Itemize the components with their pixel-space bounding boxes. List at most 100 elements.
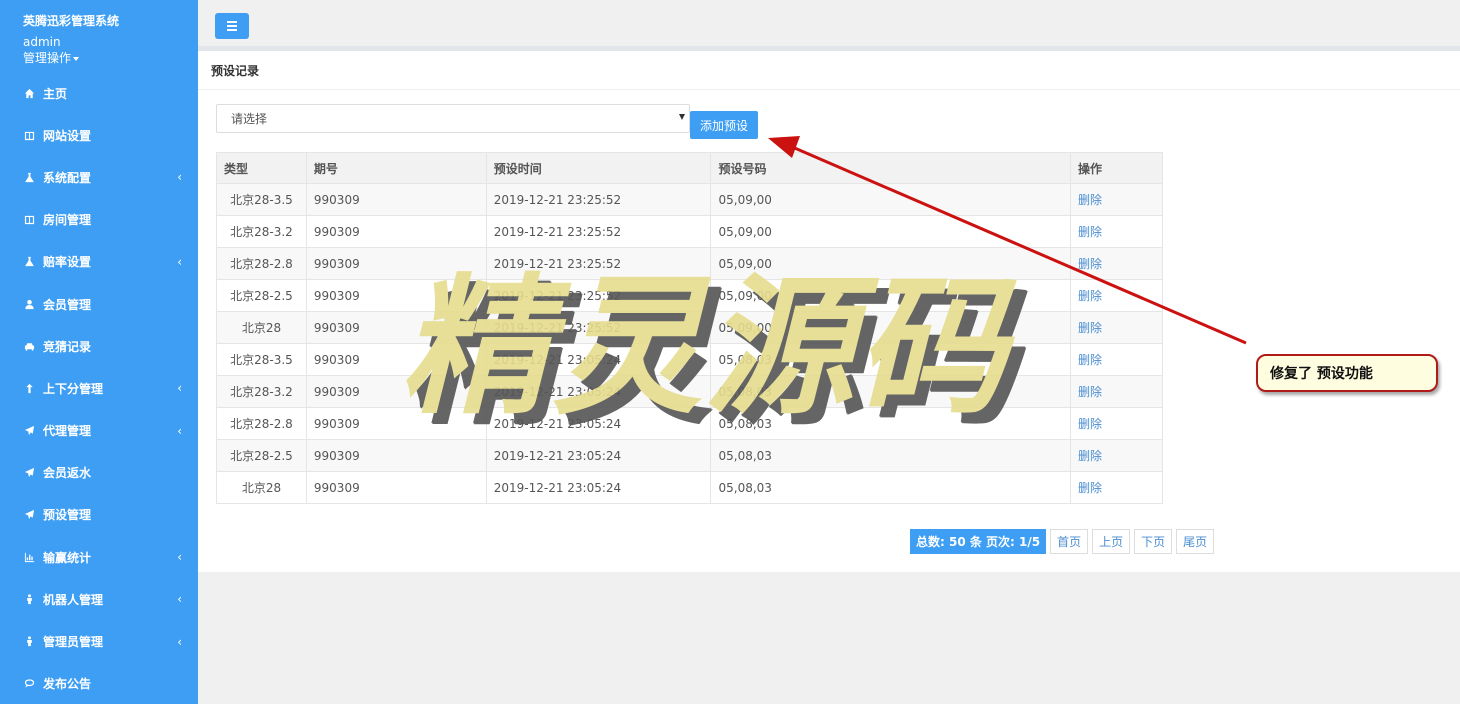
delete-link[interactable]: 删除	[1078, 417, 1102, 431]
delete-link[interactable]: 删除	[1078, 257, 1102, 271]
sidebar-item-5[interactable]: 会员管理	[0, 283, 198, 325]
cell-actions: 删除	[1070, 247, 1163, 280]
home-icon	[22, 87, 36, 99]
sidebar-item-6[interactable]: 竞猜记录	[0, 325, 198, 367]
page-next-button[interactable]: 下页	[1134, 529, 1173, 554]
cell-period: 990309	[305, 343, 487, 376]
admin-ops-dropdown[interactable]: 管理操作	[23, 50, 198, 66]
col-header-preset-number: 预设号码	[710, 152, 1072, 184]
sidebar-item-label: 竞猜记录	[43, 339, 92, 354]
sidebar-item-8[interactable]: 代理管理 ‹	[0, 410, 198, 452]
cell-type: 北京28-2.8	[216, 247, 307, 280]
cell-type: 北京28-2.5	[216, 439, 307, 472]
sidebar-item-label: 主页	[43, 86, 68, 101]
delete-link[interactable]: 删除	[1078, 321, 1102, 335]
sidebar-item-2[interactable]: 系统配置 ‹	[0, 156, 198, 198]
delete-link[interactable]: 删除	[1078, 449, 1102, 463]
cell-preset-time: 2019-12-21 23:05:24	[485, 407, 712, 440]
page-prev-button[interactable]: 上页	[1092, 529, 1131, 554]
table-row: 北京28-2.8 990309 2019-12-21 23:25:52 05,09,0…	[216, 247, 1163, 280]
cell-actions: 删除	[1070, 215, 1163, 248]
cell-preset-time: 2019-12-21 23:05:24	[485, 439, 712, 472]
cell-period: 990309	[305, 471, 487, 504]
hamburger-icon-bar	[227, 21, 237, 23]
cell-preset-time: 2019-12-21 23:05:24	[485, 471, 712, 504]
flask-icon	[22, 256, 36, 268]
cell-period: 990309	[305, 215, 487, 248]
table-row: 北京28-2.5 990309 2019-12-21 23:25:52 05,09,0…	[216, 279, 1163, 312]
cell-preset-number: 05,08,03	[710, 407, 1072, 440]
paper-plane-icon	[22, 467, 36, 479]
page-first-button[interactable]: 首页	[1050, 529, 1089, 554]
topbar	[198, 0, 1460, 46]
sidebar-item-12[interactable]: 机器人管理 ‹	[0, 578, 198, 620]
cell-actions: 删除	[1070, 343, 1163, 376]
comment-icon	[22, 678, 36, 690]
sidebar-item-7[interactable]: 上下分管理 ‹	[0, 367, 198, 409]
delete-link[interactable]: 删除	[1078, 353, 1102, 367]
sidebar-item-3[interactable]: 房间管理	[0, 199, 198, 241]
pagination-total: 总数: 50 条 页次: 1/5	[910, 529, 1047, 554]
chevron-left-icon: ‹	[177, 550, 182, 565]
user-icon	[22, 298, 36, 310]
sidebar-item-10[interactable]: 预设管理	[0, 494, 198, 536]
hamburger-icon-bar	[227, 25, 237, 27]
cell-preset-time: 2019-12-21 23:25:52	[485, 311, 712, 344]
dropdown-arrow-icon	[679, 114, 685, 120]
cell-preset-time: 2019-12-21 23:25:52	[485, 183, 712, 216]
cell-actions: 删除	[1070, 407, 1163, 440]
chevron-left-icon: ‹	[177, 634, 182, 649]
col-header-actions: 操作	[1070, 152, 1163, 184]
cell-preset-number: 05,08,03	[710, 375, 1072, 408]
page-last-button[interactable]: 尾页	[1176, 529, 1215, 554]
col-header-period: 期号	[305, 152, 487, 184]
preset-type-select[interactable]: 请选择	[216, 104, 690, 133]
columns-icon	[22, 129, 36, 141]
sidebar-item-label: 会员返水	[43, 466, 92, 481]
sidebar-item-11[interactable]: 输赢统计 ‹	[0, 536, 198, 578]
cell-type: 北京28-3.2	[216, 215, 307, 248]
caret-down-icon	[73, 56, 80, 61]
sidebar-item-9[interactable]: 会员返水	[0, 452, 198, 494]
table-row: 北京28-2.5 990309 2019-12-21 23:05:24 05,08,0…	[216, 439, 1163, 472]
delete-link[interactable]: 删除	[1078, 385, 1102, 399]
cell-type: 北京28-2.5	[216, 279, 307, 312]
chevron-left-icon: ‹	[177, 592, 182, 607]
cell-period: 990309	[305, 439, 487, 472]
cell-preset-number: 05,08,03	[710, 439, 1072, 472]
cell-preset-number: 05,09,00	[710, 311, 1072, 344]
cell-type: 北京28-3.2	[216, 375, 307, 408]
col-header-type: 类型	[216, 152, 307, 184]
cell-preset-number: 05,08,03	[710, 471, 1072, 504]
cell-preset-time: 2019-12-21 23:25:52	[485, 247, 712, 280]
delete-link[interactable]: 删除	[1078, 481, 1102, 495]
table-row: 北京28-3.5 990309 2019-12-21 23:25:52 05,09,0…	[216, 183, 1163, 216]
sidebar-item-label: 输赢统计	[43, 550, 92, 565]
paper-plane-icon	[22, 425, 36, 437]
sidebar-item-4[interactable]: 赔率设置 ‹	[0, 241, 198, 283]
table-row: 北京28-3.2 990309 2019-12-21 23:05:24 05,08,0…	[216, 375, 1163, 408]
add-preset-button[interactable]: 添加预设	[690, 111, 758, 139]
delete-link[interactable]: 删除	[1078, 193, 1102, 207]
sidebar-item-1[interactable]: 网站设置	[0, 114, 198, 156]
brand-title: 英腾迅彩管理系统	[23, 14, 120, 28]
cell-preset-number: 05,08,03	[710, 343, 1072, 376]
menu-toggle-button[interactable]	[215, 13, 249, 39]
admin-ops-label: 管理操作	[23, 51, 72, 65]
cell-actions: 删除	[1070, 311, 1163, 344]
delete-link[interactable]: 删除	[1078, 289, 1102, 303]
table-header-row: 类型 期号 预设时间 预设号码 操作	[216, 152, 1163, 184]
cell-type: 北京28-2.8	[216, 407, 307, 440]
cell-actions: 删除	[1070, 439, 1163, 472]
sidebar-item-13[interactable]: 管理员管理 ‹	[0, 620, 198, 662]
delete-link[interactable]: 删除	[1078, 225, 1102, 239]
table-row: 北京28 990309 2019-12-21 23:25:52 05,09,00 删除	[216, 311, 1163, 344]
sidebar-item-label: 预设管理	[43, 508, 92, 523]
sidebar-item-label: 赔率设置	[43, 255, 92, 270]
table-row: 北京28-3.5 990309 2019-12-21 23:05:24 05,08,0…	[216, 343, 1163, 376]
current-user: admin	[23, 35, 61, 49]
male-icon	[22, 593, 36, 605]
cell-period: 990309	[305, 311, 487, 344]
sidebar-item-0[interactable]: 主页	[0, 72, 198, 114]
sidebar-item-14[interactable]: 发布公告	[0, 663, 198, 704]
